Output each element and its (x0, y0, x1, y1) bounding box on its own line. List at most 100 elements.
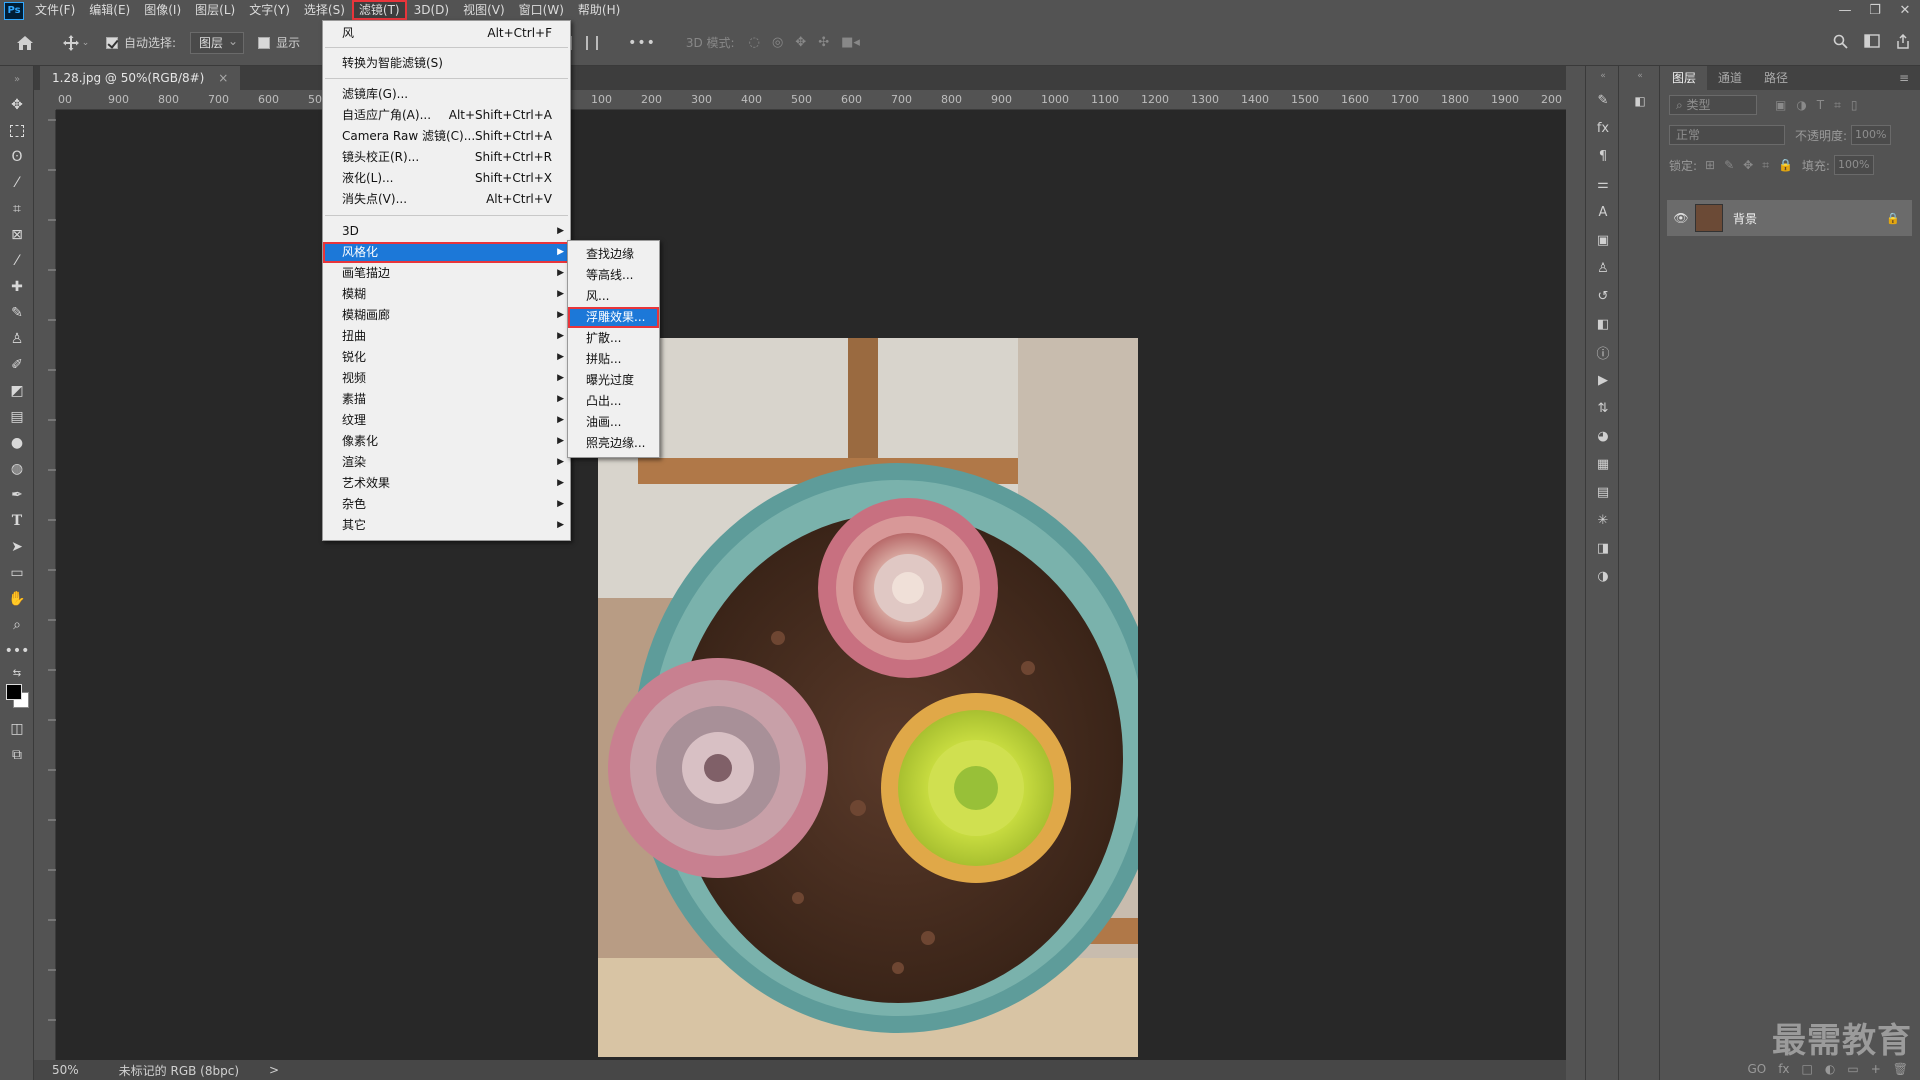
menu-item-camera-raw[interactable]: Camera Raw 滤镜(C)... Shift+Ctrl+A (323, 126, 570, 147)
edit-toolbar-icon[interactable]: ••• (0, 638, 34, 664)
paragraph-icon[interactable]: ¶ (1586, 142, 1620, 170)
hand-tool-icon[interactable]: ✋ (0, 586, 34, 612)
notes-icon[interactable]: ▤ (1586, 478, 1620, 506)
3d-icon[interactable]: ◕ (1586, 422, 1620, 450)
auto-select-target-dropdown[interactable]: 图层 (190, 31, 245, 54)
menu-edit[interactable]: 编辑(E) (82, 0, 137, 20)
dodge-tool-icon[interactable]: ◍ (0, 456, 34, 482)
menu-filter[interactable]: 滤镜(T) (351, 0, 407, 20)
menu-item-wind-last[interactable]: 风 Alt+Ctrl+F (323, 23, 570, 44)
document-tab[interactable]: 1.28.jpg @ 50%(RGB/8#) × (40, 66, 241, 90)
menu-item-blur-gallery[interactable]: 模糊画廊 ▶ (323, 305, 570, 326)
menu-item-pixelate[interactable]: 像素化 ▶ (323, 431, 570, 452)
visibility-eye-icon[interactable]: 👁 (1667, 211, 1695, 225)
menu-help[interactable]: 帮助(H) (571, 0, 627, 20)
color-swatches[interactable] (0, 682, 34, 716)
zoom-tool-icon[interactable]: ⌕ (0, 612, 34, 638)
swatches-icon[interactable]: ▦ (1586, 450, 1620, 478)
menu-type[interactable]: 文字(Y) (242, 0, 297, 20)
submenu-item-tiles[interactable]: 拼贴... (568, 349, 659, 370)
menu-item-liquify[interactable]: 液化(L)... Shift+Ctrl+X (323, 168, 570, 189)
menu-item-stylize[interactable]: 风格化 ▶ (323, 242, 570, 263)
tab-channels[interactable]: 通道 (1707, 66, 1753, 90)
menu-item-texture[interactable]: 纹理 ▶ (323, 410, 570, 431)
menu-item-artistic[interactable]: 艺术效果 ▶ (323, 473, 570, 494)
close-button[interactable]: ✕ (1890, 0, 1920, 20)
submenu-item-oil-paint[interactable]: 油画... (568, 412, 659, 433)
workspace-icon[interactable] (1864, 34, 1880, 51)
history-brush-tool-icon[interactable]: ✐ (0, 352, 34, 378)
swap-colors-icon[interactable]: ⇆ (0, 664, 34, 682)
search-icon[interactable] (1833, 34, 1848, 52)
layer-filter-icons[interactable]: ▣◑T⌗▯ (1775, 98, 1868, 113)
submenu-item-emboss[interactable]: 浮雕效果... (568, 307, 659, 328)
submenu-item-find-edges[interactable]: 查找边缘 (568, 244, 659, 265)
frame-tool-icon[interactable]: ⊠ (0, 222, 34, 248)
layer-row-background[interactable]: 👁 背景 🔒 (1667, 200, 1912, 236)
submenu-item-extrude[interactable]: 凸出... (568, 391, 659, 412)
menu-item-vanishing-point[interactable]: 消失点(V)... Alt+Ctrl+V (323, 189, 570, 210)
quick-mask-icon[interactable]: ◫ (0, 716, 34, 742)
menu-item-noise[interactable]: 杂色 ▶ (323, 494, 570, 515)
layer-lock-icon[interactable]: 🔒 (1886, 212, 1900, 225)
menu-item-distort[interactable]: 扭曲 ▶ (323, 326, 570, 347)
menu-item-blur[interactable]: 模糊 ▶ (323, 284, 570, 305)
brush-settings-icon[interactable]: ✎ (1586, 86, 1620, 114)
menu-item-sharpen[interactable]: 锐化 ▶ (323, 347, 570, 368)
restore-button[interactable]: ❐ (1860, 0, 1890, 20)
menu-item-adaptive-wide-angle[interactable]: 自适应广角(A)... Alt+Shift+Ctrl+A (323, 105, 570, 126)
eraser-tool-icon[interactable]: ◩ (0, 378, 34, 404)
properties-icon[interactable]: ◨ (1586, 534, 1620, 562)
navigator-icon[interactable]: ✳ (1586, 506, 1620, 534)
menu-select[interactable]: 选择(S) (297, 0, 352, 20)
3d-roll-icon[interactable]: ◎ (772, 35, 783, 50)
home-icon[interactable] (0, 20, 50, 66)
move-tool-icon[interactable]: ⌄ (50, 20, 102, 66)
new-group-icon[interactable]: ▭ (1847, 1062, 1858, 1076)
path-selection-tool-icon[interactable]: ➤ (0, 534, 34, 560)
share-icon[interactable] (1896, 33, 1910, 52)
lock-icons[interactable]: ⊞✎✥⌗🔒 (1705, 158, 1802, 173)
new-layer-icon[interactable]: + (1871, 1062, 1881, 1076)
info-icon[interactable]: ⓘ (1586, 338, 1620, 366)
blur-tool-icon[interactable]: ● (0, 430, 34, 456)
status-expand-arrow[interactable]: > (269, 1063, 279, 1077)
color-icon[interactable]: ◧ (1586, 310, 1620, 338)
adjustment-layer-icon[interactable]: ◐ (1825, 1062, 1835, 1076)
menu-item-video[interactable]: 视频 ▶ (323, 368, 570, 389)
submenu-item-glowing-edges[interactable]: 照亮边缘... (568, 433, 659, 454)
3d-scale-icon[interactable]: ■◂ (841, 35, 860, 50)
auto-select-checkbox[interactable] (106, 36, 118, 49)
layer-filter-dropdown[interactable]: ⌕ 类型 (1669, 95, 1757, 115)
menu-item-brush-strokes[interactable]: 画笔描边 ▶ (323, 263, 570, 284)
timeline-icon[interactable]: ⇅ (1586, 394, 1620, 422)
libraries-icon[interactable]: ▣ (1586, 226, 1620, 254)
menu-layer[interactable]: 图层(L) (188, 0, 242, 20)
pen-tool-icon[interactable]: ✒ (0, 482, 34, 508)
panel-menu-icon[interactable]: ≡ (1888, 66, 1920, 90)
opacity-field[interactable]: 100% (1851, 125, 1892, 145)
magic-wand-tool-icon[interactable]: ⁄ (0, 170, 34, 196)
fill-field[interactable]: 100% (1833, 155, 1874, 175)
submenu-item-trace-contour[interactable]: 等高线... (568, 265, 659, 286)
marquee-tool-icon[interactable] (0, 118, 34, 144)
show-transform-checkbox[interactable] (258, 36, 271, 49)
submenu-item-solarize[interactable]: 曝光过度 (568, 370, 659, 391)
eyedropper-tool-icon[interactable]: ⁄ (0, 248, 34, 274)
menu-window[interactable]: 窗口(W) (512, 0, 571, 20)
add-mask-icon[interactable]: □ (1802, 1062, 1813, 1076)
3d-pan-icon[interactable]: ✥ (795, 35, 806, 50)
foreground-color-swatch[interactable] (6, 684, 22, 700)
move-tool-icon[interactable]: ✥ (0, 92, 34, 118)
adjustments-icon[interactable]: ⚌ (1586, 170, 1620, 198)
submenu-item-wind[interactable]: 风... (568, 286, 659, 307)
succulent-photo[interactable] (598, 338, 1138, 1057)
type-tool-icon[interactable]: T (0, 508, 34, 534)
properties-panel-icon[interactable]: ◧ (1620, 86, 1660, 116)
menu-file[interactable]: 文件(F) (28, 0, 82, 20)
character-icon[interactable]: A (1586, 198, 1620, 226)
minimize-button[interactable]: — (1830, 0, 1860, 20)
lasso-tool-icon[interactable]: ʘ (0, 144, 34, 170)
rectangle-tool-icon[interactable]: ▭ (0, 560, 34, 586)
delete-layer-icon[interactable]: 🗑 (1893, 1062, 1908, 1076)
